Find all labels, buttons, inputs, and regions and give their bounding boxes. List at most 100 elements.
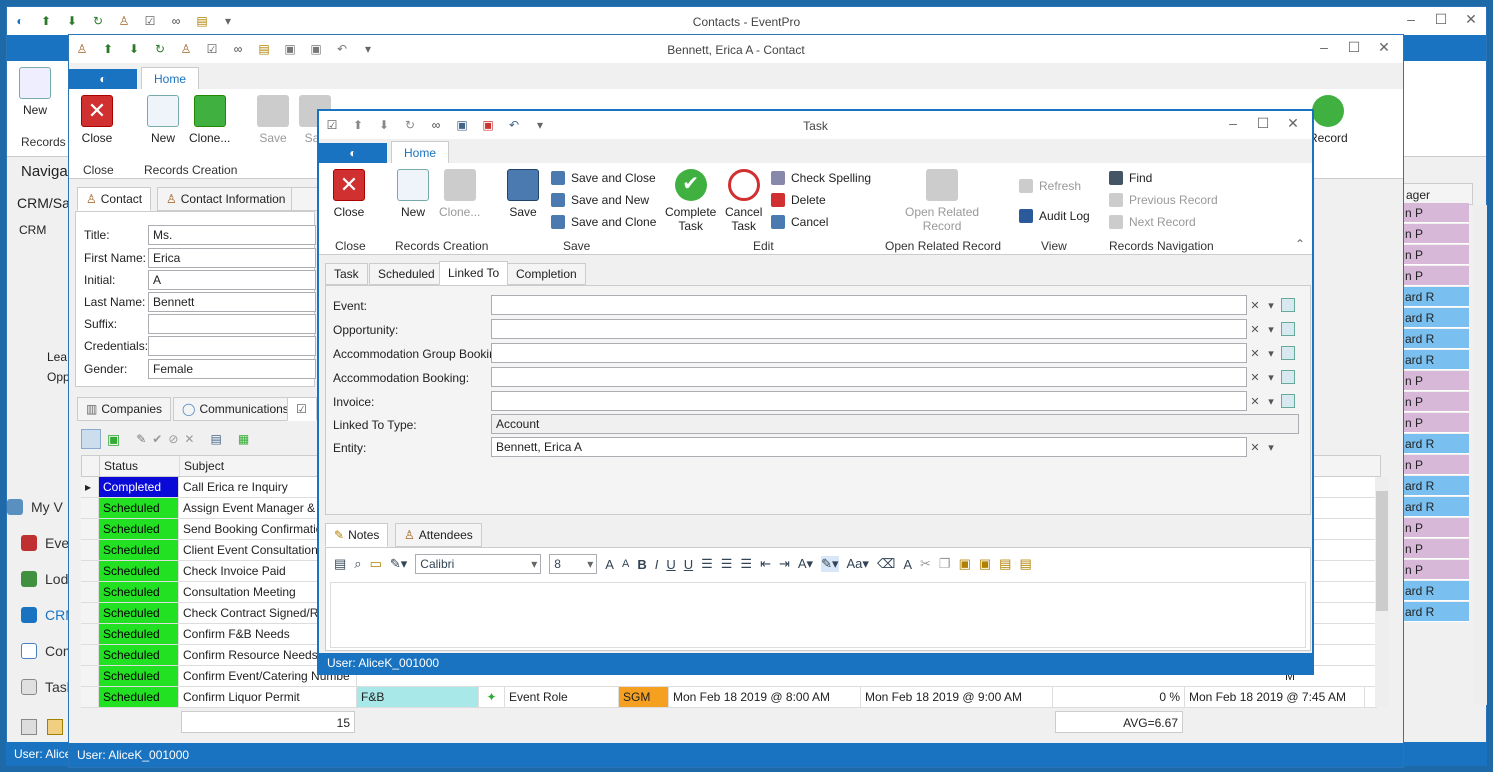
task-home-tab[interactable]: Home: [391, 141, 450, 163]
main-scrollbar[interactable]: [1473, 205, 1487, 705]
clear-icon[interactable]: ✕: [1247, 319, 1263, 339]
title-field[interactable]: Ms.: [148, 225, 316, 245]
size-select[interactable]: 8 ▾: [549, 554, 598, 574]
task-close-button[interactable]: ✕ Close: [333, 169, 365, 219]
suffix-field[interactable]: [148, 314, 316, 334]
open-related-button[interactable]: Open Related Record: [905, 169, 979, 233]
open-icon[interactable]: ▭: [370, 556, 382, 572]
clear-icon[interactable]: ✕: [1247, 437, 1263, 457]
task-minimize-icon[interactable]: –: [1218, 115, 1248, 132]
tree-lead[interactable]: Lea: [47, 350, 67, 364]
copy-icon[interactable]: ❐: [939, 556, 951, 572]
gender-field[interactable]: Female: [148, 359, 316, 379]
preview-icon[interactable]: ⌕: [354, 556, 361, 572]
find-button[interactable]: Find: [1109, 167, 1218, 189]
grid-check-icon[interactable]: ✔: [152, 432, 162, 446]
save-new-button[interactable]: Save and New: [551, 189, 656, 211]
contact-tab-contact[interactable]: ♙ Contact: [77, 187, 152, 211]
insert-field-icon[interactable]: ▤: [999, 556, 1011, 572]
grid-edit-icon[interactable]: ✎: [136, 432, 146, 446]
acc-group-field[interactable]: [491, 343, 1247, 363]
dropdown-chevron-icon[interactable]: ▾: [1263, 367, 1279, 387]
main-new-button[interactable]: New: [19, 67, 51, 117]
lookup-grid-icon[interactable]: [1281, 298, 1295, 312]
task-close-icon[interactable]: ✕: [1278, 115, 1308, 132]
previous-record-button[interactable]: Previous Record: [1109, 189, 1218, 211]
dropdown-chevron-icon[interactable]: ▾: [1263, 295, 1279, 315]
acc-booking-field[interactable]: [491, 367, 1247, 387]
insert-text-icon[interactable]: ▤: [1019, 556, 1031, 572]
grid-export-icon[interactable]: ▤: [210, 432, 221, 446]
nav-my[interactable]: My V: [7, 499, 63, 515]
lookup-grid-icon[interactable]: [1281, 346, 1295, 360]
audit-log-button[interactable]: Audit Log: [1019, 205, 1090, 227]
clear-icon[interactable]: ✕: [1247, 367, 1263, 387]
complete-task-button[interactable]: ✔ Complete Task: [665, 169, 716, 233]
grid-last-row[interactable]: Scheduled Confirm Liquor Permit F&B ✦ Ev…: [81, 687, 1377, 708]
save-close-button[interactable]: Save and Close: [551, 167, 656, 189]
status-header[interactable]: Status: [100, 456, 180, 476]
linked-type-field[interactable]: Account: [491, 414, 1299, 434]
communications-tab[interactable]: ◯ Communications: [173, 397, 298, 421]
double-underline-icon[interactable]: U: [684, 557, 693, 572]
nav-tasks[interactable]: Task: [21, 679, 74, 695]
contact-file-tab[interactable]: ◐: [69, 69, 137, 89]
bullets-icon[interactable]: ☰: [701, 556, 713, 572]
grow-font-icon[interactable]: A: [605, 557, 614, 572]
contact-close-icon[interactable]: ✕: [1369, 39, 1399, 56]
indent-decrease-icon[interactable]: ⇤: [760, 556, 771, 572]
dropdown-chevron-icon[interactable]: ▾: [1263, 343, 1279, 363]
change-case-icon[interactable]: Aa▾: [847, 556, 869, 572]
contact-home-tab[interactable]: Home: [141, 67, 200, 89]
grid-scrollbar[interactable]: [1375, 477, 1389, 707]
task-tab-completion[interactable]: Completion: [507, 263, 586, 285]
notes-nav-icon[interactable]: [47, 719, 63, 735]
bold-icon[interactable]: B: [637, 557, 646, 572]
last-name-field[interactable]: Bennett: [148, 292, 316, 312]
save-clone-button[interactable]: Save and Clone: [551, 211, 656, 233]
contact-next-record-button[interactable]: Record: [1309, 95, 1348, 145]
task-tab-task[interactable]: Task: [325, 263, 368, 285]
contact-maximize-icon[interactable]: ☐: [1339, 39, 1369, 56]
contact-tab-info[interactable]: ♙ Contact Information: [157, 187, 295, 211]
lookup-grid-icon[interactable]: [1281, 322, 1295, 336]
task-tab-linked[interactable]: Linked To: [439, 261, 509, 285]
multilevel-icon[interactable]: ☰: [740, 556, 752, 572]
numbering-icon[interactable]: ☰: [721, 556, 733, 572]
task-save-button[interactable]: Save: [507, 169, 539, 219]
paste-icon[interactable]: ▣: [959, 556, 971, 572]
cancel-button[interactable]: Cancel: [771, 211, 871, 233]
credentials-field[interactable]: [148, 336, 316, 356]
font-dialog-icon[interactable]: A: [903, 557, 912, 572]
lookup-grid-icon[interactable]: [1281, 394, 1295, 408]
contact-close-button[interactable]: ✕ Close: [81, 95, 113, 145]
task-clone-button[interactable]: Clone...: [439, 169, 480, 219]
page-icon[interactable]: ▤: [334, 556, 346, 572]
nav-communications[interactable]: Com: [21, 643, 75, 659]
grid-cancel-icon[interactable]: ⊘: [168, 432, 178, 446]
dropdown-chevron-icon[interactable]: ▾: [1263, 437, 1279, 457]
cut-icon[interactable]: ✂: [920, 556, 931, 572]
invoice-field[interactable]: [491, 391, 1247, 411]
task-maximize-icon[interactable]: ☐: [1248, 115, 1278, 132]
minimize-icon[interactable]: –: [1396, 11, 1426, 28]
contact-clone-button[interactable]: Clone...: [189, 95, 230, 145]
delete-button[interactable]: Delete: [771, 189, 871, 211]
contact-minimize-icon[interactable]: –: [1309, 39, 1339, 56]
entity-field[interactable]: Bennett, Erica A: [491, 437, 1247, 457]
clear-format-icon[interactable]: ⌫: [877, 556, 895, 572]
initial-field[interactable]: A: [148, 270, 316, 290]
calculator-icon[interactable]: [21, 719, 37, 735]
italic-icon[interactable]: I: [655, 557, 659, 572]
grid-layout-icon[interactable]: ▦: [238, 432, 249, 446]
shrink-font-icon[interactable]: A: [622, 558, 629, 570]
task-new-button[interactable]: New: [397, 169, 429, 219]
notes-editor[interactable]: [330, 582, 1306, 648]
style-icon[interactable]: ✎▾: [390, 556, 407, 572]
lookup-grid-icon[interactable]: [1281, 370, 1295, 384]
refresh-button[interactable]: Refresh: [1019, 175, 1090, 197]
notes-tab[interactable]: ✎ Notes: [325, 523, 389, 547]
grid-delete-icon[interactable]: ✕: [184, 432, 194, 446]
task-file-tab[interactable]: ◐: [319, 143, 387, 163]
contact-tab-more[interactable]: [291, 187, 319, 211]
